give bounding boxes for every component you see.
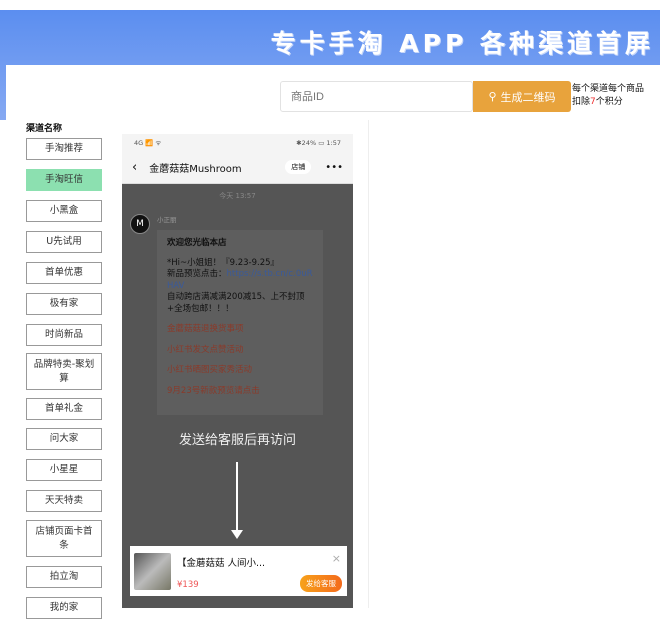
chat-navbar: ‹ 金蘑菇菇Mushroom 店铺 ••• <box>122 151 353 184</box>
channel-button[interactable]: 手淘旺信 <box>26 169 102 191</box>
message-menu-link[interactable]: 小红书发文点赞活动 <box>167 345 313 357</box>
banner-title: 专卡手淘 APP 各种渠道首屏 <box>270 29 654 58</box>
product-price: ¥139 <box>177 580 199 590</box>
back-icon[interactable]: ‹ <box>132 160 137 175</box>
channel-button[interactable]: 天天特卖 <box>26 490 102 512</box>
channel-button[interactable]: 首单优惠 <box>26 262 102 284</box>
arrow-down-icon <box>236 462 238 532</box>
cost-note: 每个渠道每个商品扣除7个积分 <box>572 83 647 109</box>
message-menu-link[interactable]: 9月23号新款预览请点击 <box>167 386 313 398</box>
product-card: 【金蘑菇菇 人间小... ¥139 × 发给客服 <box>130 546 347 596</box>
phone-preview: 4G 📶 ᯤ ✱24% ▭ 1:57 ‹ 金蘑菇菇Mushroom 店铺 ••• … <box>122 134 353 608</box>
shop-button[interactable]: 店铺 <box>285 160 312 174</box>
arrowhead-icon <box>231 530 243 539</box>
generate-qr-label: 生成二维码 <box>500 91 556 104</box>
status-left: 4G 📶 ᯤ <box>134 139 162 147</box>
search-icon: ⚲ <box>488 91 497 103</box>
channel-button[interactable]: 店铺页面卡首条 <box>26 520 102 557</box>
channel-button[interactable]: 极有家 <box>26 293 102 315</box>
send-to-service-button[interactable]: 发给客服 <box>300 575 342 592</box>
close-icon[interactable]: × <box>332 552 341 565</box>
divider <box>368 120 369 608</box>
channel-button[interactable]: 小星星 <box>26 459 102 481</box>
channel-button[interactable]: 我的家 <box>26 597 102 619</box>
avatar: M <box>130 214 150 234</box>
channel-button[interactable]: 时尚新品 <box>26 324 102 346</box>
status-bar: 4G 📶 ᯤ ✱24% ▭ 1:57 <box>122 134 353 151</box>
channel-button[interactable]: 问大家 <box>26 428 102 450</box>
product-thumbnail <box>134 553 171 590</box>
message-line: 自动跨店满减满200减15、上不封顶+全场包邮！！！ <box>167 292 305 314</box>
send-tip: 发送给客服后再访问 <box>178 433 296 448</box>
product-title: 【金蘑菇菇 人间小... <box>177 558 266 569</box>
channel-button[interactable]: 拍立淘 <box>26 566 102 588</box>
shop-name: 金蘑菇菇Mushroom <box>149 163 242 175</box>
channel-button[interactable]: 首单礼金 <box>26 398 102 420</box>
channel-button[interactable]: 小黑盒 <box>26 200 102 222</box>
channel-button[interactable]: 品牌特卖-聚划算 <box>26 353 102 390</box>
product-id-input[interactable] <box>280 81 473 112</box>
sender-name: 小正丽 <box>157 216 177 224</box>
message-menu-link[interactable]: 小红书晒图买家秀活动 <box>167 365 313 377</box>
generate-qr-button[interactable]: ⚲ 生成二维码 <box>473 81 571 112</box>
message-line: 新品预览点击： <box>167 269 227 279</box>
channel-button[interactable]: 手淘推荐 <box>26 138 102 160</box>
channel-button[interactable]: U先试用 <box>26 231 102 253</box>
channel-title: 渠道名称 <box>26 124 63 134</box>
status-right: ✱24% ▭ 1:57 <box>296 138 341 147</box>
chat-time: 今天 13:57 <box>219 192 256 200</box>
message-menu-link[interactable]: 金蘑菇菇退换货事项 <box>167 324 313 336</box>
more-icon[interactable]: ••• <box>325 162 343 173</box>
message-title: 欢迎您光临本店 <box>167 238 227 248</box>
message-line: *Hi~小姐姐！『9.23-9.25』 <box>167 257 280 268</box>
note-text-end: 个积分 <box>595 97 623 107</box>
message-bubble: 欢迎您光临本店 *Hi~小姐姐！『9.23-9.25』 新品预览点击：https… <box>157 230 323 415</box>
